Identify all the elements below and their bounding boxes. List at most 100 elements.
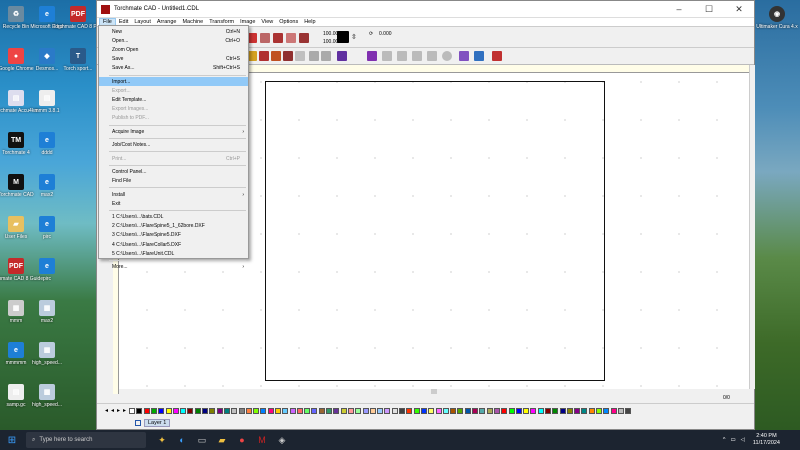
tool-icon[interactable]	[295, 51, 305, 61]
tool-icon[interactable]	[337, 51, 347, 61]
desktop-icon[interactable]: ▤ mmm 3.8.1	[31, 90, 63, 114]
desktop-icon[interactable]: M Torchmate CAD	[0, 174, 34, 198]
palette-swatch[interactable]	[566, 407, 573, 414]
palette-swatch[interactable]	[384, 407, 391, 414]
tool-icon[interactable]	[442, 51, 452, 61]
menu-help[interactable]: Help	[301, 19, 318, 25]
palette-swatch[interactable]	[158, 407, 165, 414]
torchmate-taskbar-icon[interactable]: M	[252, 430, 272, 450]
palette-swatch[interactable]	[209, 407, 216, 414]
palette-swatch[interactable]	[493, 407, 500, 414]
palette-swatch[interactable]	[420, 407, 427, 414]
palette-swatch[interactable]	[245, 407, 252, 414]
app-taskbar-icon[interactable]: ◈	[272, 430, 292, 450]
file-menu-item[interactable]: Control Panel...	[99, 167, 248, 176]
palette-scroll-button[interactable]: ▸	[123, 407, 126, 414]
menu-options[interactable]: Options	[276, 19, 301, 25]
desktop-icon[interactable]: TM Torchmate 4	[0, 132, 32, 156]
desktop-icon[interactable]: ▤ samp.gc	[0, 384, 32, 408]
palette-swatch[interactable]	[596, 407, 603, 414]
tool-icon[interactable]	[427, 51, 437, 61]
desktop-icon[interactable]: ♻ Recycle Bin	[0, 6, 32, 30]
file-menu-item[interactable]: Save Ctrl+S	[99, 55, 248, 64]
desktop-icon[interactable]: ▦ mmm	[0, 300, 32, 324]
palette-swatch[interactable]	[428, 407, 435, 414]
desktop-icon[interactable]: ● Google Chrome	[0, 48, 34, 72]
palette-swatch[interactable]	[311, 407, 318, 414]
palette-swatch[interactable]	[537, 407, 544, 414]
palette-scroll-button[interactable]: ▸	[117, 407, 120, 414]
palette-scroll-button[interactable]: ◂	[105, 407, 108, 414]
network-icon[interactable]: ▭	[730, 437, 735, 443]
palette-swatch[interactable]	[289, 407, 296, 414]
tool-icon[interactable]	[367, 51, 377, 61]
desktop-icon[interactable]: ◆ Desmos...	[31, 48, 63, 72]
file-menu-item[interactable]: 3 C:\Users\...\FlareSpine5.DXF	[99, 231, 248, 240]
tool-icon[interactable]	[397, 51, 407, 61]
file-menu-item[interactable]: New Ctrl+N	[99, 27, 248, 36]
start-icon[interactable]: ⊞	[0, 430, 24, 450]
tool-icon[interactable]	[273, 33, 283, 43]
palette-swatch[interactable]	[180, 407, 187, 414]
file-menu-item[interactable]: Find File	[99, 177, 248, 186]
palette-swatch[interactable]	[515, 407, 522, 414]
search-box[interactable]: ⌕ Type here to search	[26, 432, 146, 448]
palette-swatch[interactable]	[574, 407, 581, 414]
file-menu-item[interactable]: 4 C:\Users\...\FlareCollar5.DXF	[99, 240, 248, 249]
palette-swatch[interactable]	[479, 407, 486, 414]
desktop-icon[interactable]: e mmmmm	[0, 342, 32, 366]
tool-icon[interactable]	[299, 33, 309, 43]
palette-swatch[interactable]	[216, 407, 223, 414]
palette-swatch[interactable]	[275, 407, 281, 414]
palette-swatch[interactable]	[296, 407, 303, 414]
palette-swatch[interactable]	[129, 407, 136, 414]
minimize-icon[interactable]: –	[664, 4, 694, 15]
palette-swatch[interactable]	[581, 407, 588, 414]
file-menu-item[interactable]: Job/Cost Notes...	[99, 141, 248, 150]
palette-scroll-button[interactable]: ◂	[111, 407, 114, 414]
palette-swatch[interactable]	[318, 407, 325, 414]
color-swatch[interactable]	[337, 31, 349, 43]
tool-icon[interactable]	[474, 51, 484, 61]
palette-swatch[interactable]	[143, 407, 150, 414]
file-menu-item[interactable]: Save As... Shift+Ctrl+S	[99, 64, 248, 73]
clock[interactable]: 2:40 PM 11/17/2024	[753, 433, 780, 447]
palette-swatch[interactable]	[544, 407, 551, 414]
palette-swatch[interactable]	[260, 407, 267, 414]
file-menu-item[interactable]: Acquire Image ›	[99, 127, 248, 136]
palette-swatch[interactable]	[340, 407, 347, 414]
palette-swatch[interactable]	[603, 407, 610, 414]
palette-swatch[interactable]	[508, 407, 515, 414]
palette-swatch[interactable]	[282, 407, 289, 414]
palette-swatch[interactable]	[413, 407, 420, 414]
desktop-icon[interactable]: ▤Torchmate Accu4km	[0, 90, 39, 114]
file-menu-item[interactable]: Exit	[99, 199, 248, 208]
desktop-icon[interactable]: PDFTorchmate CAD 8 Guide	[0, 258, 43, 282]
file-menu-item[interactable]: Edit Template...	[99, 96, 248, 105]
palette-swatch[interactable]	[231, 407, 238, 414]
palette-swatch[interactable]	[333, 407, 340, 414]
tool-icon[interactable]	[412, 51, 422, 61]
task-view-icon[interactable]: ▭	[192, 430, 212, 450]
tool-icon[interactable]	[321, 51, 331, 61]
desktop-icon[interactable]: ◉ Ultimaker Cura 4.x	[756, 6, 798, 30]
volume-icon[interactable]: ◁	[741, 437, 745, 443]
palette-swatch[interactable]	[442, 407, 449, 414]
palette-swatch[interactable]	[617, 407, 624, 414]
tool-icon[interactable]	[271, 51, 281, 61]
palette-swatch[interactable]	[625, 407, 632, 414]
palette-swatch[interactable]	[253, 407, 260, 414]
tool-icon[interactable]	[309, 51, 319, 61]
edge-icon[interactable]: ◐	[172, 430, 192, 450]
palette-swatch[interactable]	[435, 407, 442, 414]
layer-selector[interactable]: Layer 1	[135, 419, 171, 427]
palette-swatch[interactable]	[530, 407, 537, 414]
menu-view[interactable]: View	[258, 19, 276, 25]
palette-swatch[interactable]	[552, 407, 559, 414]
palette-swatch[interactable]	[187, 407, 194, 414]
palette-swatch[interactable]	[472, 407, 479, 414]
palette-swatch[interactable]	[347, 407, 354, 414]
palette-swatch[interactable]	[399, 407, 406, 414]
palette-swatch[interactable]	[501, 407, 508, 414]
palette-swatch[interactable]	[136, 407, 143, 414]
